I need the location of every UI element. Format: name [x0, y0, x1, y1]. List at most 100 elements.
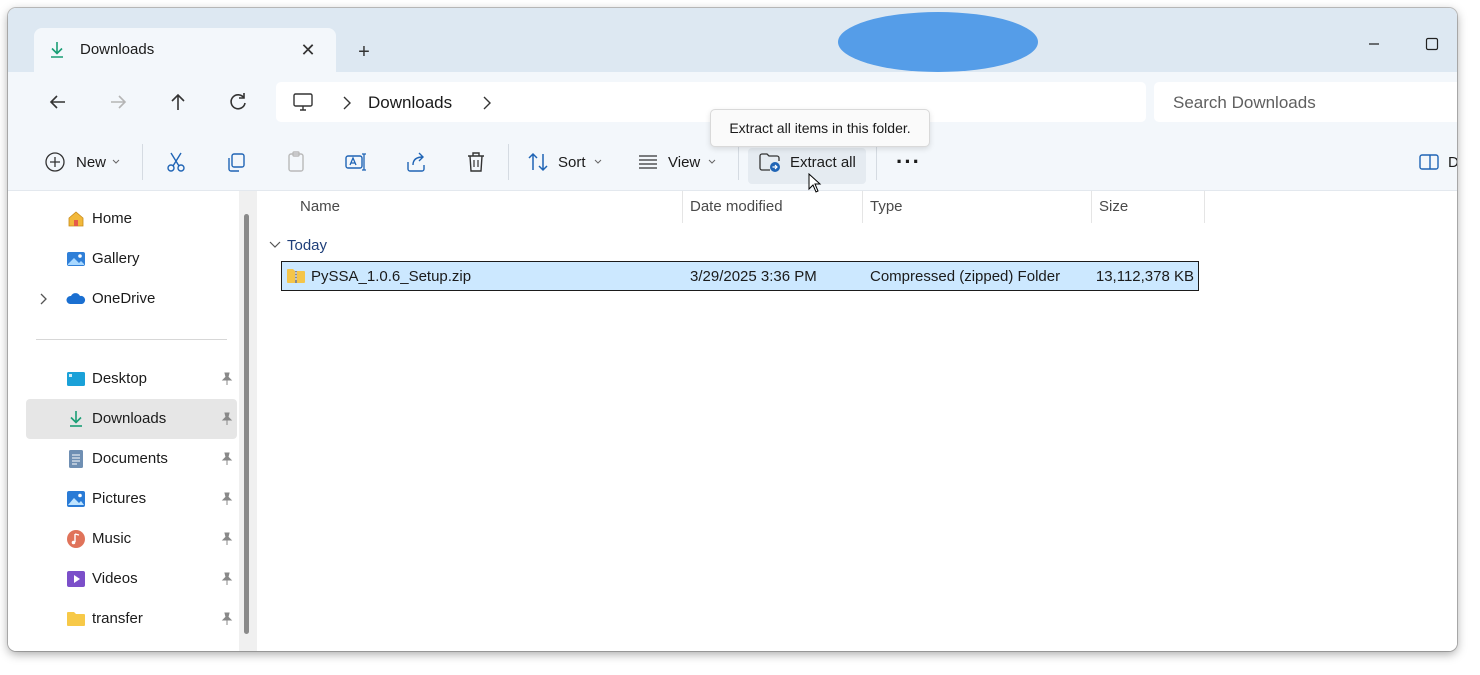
new-button[interactable]: New [44, 146, 120, 178]
view-list-icon [639, 155, 657, 169]
sidebar-item-label: OneDrive [92, 290, 156, 307]
pin-icon[interactable] [220, 492, 234, 506]
sidebar-item-transfer[interactable]: transfer [26, 599, 237, 639]
close-tab-icon[interactable]: ✕ [296, 38, 320, 62]
sort-label: Sort [558, 153, 586, 171]
pin-icon[interactable] [220, 452, 234, 466]
column-header-type[interactable]: Type [870, 191, 903, 223]
folder-icon [67, 612, 85, 626]
pin-icon[interactable] [220, 372, 234, 386]
download-icon [70, 411, 82, 427]
view-button[interactable]: View [636, 146, 716, 178]
column-header-name[interactable]: Name [300, 191, 340, 223]
file-list: Name Date modified Type Size Today PySSA… [257, 191, 1457, 651]
details-label: D [1448, 153, 1457, 171]
share-button[interactable] [404, 146, 428, 178]
column-divider[interactable] [862, 191, 863, 223]
sidebar-item-label: Desktop [92, 370, 148, 387]
extract-all-content[interactable]: Extract all [758, 146, 856, 178]
title-bar: Downloads ✕ + [8, 8, 1457, 72]
wallpaper-glow [838, 12, 1038, 72]
group-label: Today [287, 236, 328, 254]
music-icon [67, 530, 85, 548]
navigation-pane: Home Gallery OneDrive Desktop Downloads … [8, 191, 240, 651]
sidebar-item-desktop[interactable]: Desktop [26, 359, 237, 399]
sidebar-item-pictures[interactable]: Pictures [26, 479, 237, 519]
sidebar-item-music[interactable]: Music [26, 519, 237, 559]
chevron-down-icon [269, 241, 281, 248]
sidebar-item-label: Documents [92, 450, 168, 467]
pin-icon[interactable] [220, 612, 234, 626]
separator [142, 144, 143, 180]
search-box[interactable]: Search Downloads [1154, 82, 1457, 122]
sidebar-item-label: Music [92, 530, 132, 547]
copy-button[interactable] [224, 146, 248, 178]
pin-icon[interactable] [220, 532, 234, 546]
download-icon [51, 42, 63, 58]
column-divider[interactable] [1091, 191, 1092, 223]
refresh-icon[interactable] [224, 88, 252, 116]
forward-arrow-icon[interactable] [104, 88, 132, 116]
sidebar-item-label: Videos [92, 570, 138, 587]
documents-icon [69, 450, 83, 468]
file-date-modified: 3/29/2025 3:36 PM [690, 268, 817, 285]
view-label: View [668, 153, 701, 171]
chevron-right-icon[interactable] [38, 292, 50, 306]
delete-button[interactable] [464, 146, 488, 178]
chevron-right-icon[interactable] [342, 96, 352, 110]
table-row[interactable]: PySSA_1.0.6_Setup.zip 3/29/2025 3:36 PM … [281, 261, 1199, 291]
new-tab-button[interactable]: + [352, 40, 376, 64]
column-header-size[interactable]: Size [1099, 191, 1128, 223]
pin-icon[interactable] [220, 412, 234, 426]
mouse-cursor-icon [808, 173, 822, 193]
copy-icon [228, 153, 245, 172]
up-arrow-icon[interactable] [164, 88, 192, 116]
sidebar-item-documents[interactable]: Documents [26, 439, 237, 479]
new-label: New [76, 153, 107, 171]
sidebar-item-downloads[interactable]: Downloads [26, 399, 237, 439]
separator [738, 144, 739, 180]
sidebar-item-home[interactable]: Home [26, 199, 237, 239]
pin-icon[interactable] [220, 572, 234, 586]
tab-downloads[interactable]: Downloads ✕ [34, 28, 336, 72]
sidebar-item-onedrive[interactable]: OneDrive [26, 279, 237, 319]
videos-icon [67, 571, 85, 587]
sort-button[interactable]: Sort [526, 146, 602, 178]
sidebar-item-gallery[interactable]: Gallery [26, 239, 237, 279]
this-pc-icon[interactable] [292, 92, 314, 112]
sidebar-item-videos[interactable]: Videos [26, 559, 237, 599]
sort-icon [528, 152, 548, 172]
rename-icon [345, 153, 366, 171]
chevron-down-icon [112, 159, 120, 164]
file-name: PySSA_1.0.6_Setup.zip [311, 268, 472, 285]
sidebar-item-label: Gallery [92, 250, 140, 267]
back-arrow-icon[interactable] [44, 88, 72, 116]
scissors-icon [167, 152, 185, 172]
column-divider[interactable] [682, 191, 683, 223]
cloud-icon [66, 293, 86, 304]
column-divider[interactable] [1204, 191, 1205, 223]
file-explorer-window: Downloads ✕ + Downloads Search Downloads… [8, 8, 1457, 651]
sidebar-item-label: transfer [92, 610, 143, 627]
minimize-icon[interactable] [1364, 34, 1384, 54]
details-pane-button[interactable]: D [1418, 146, 1457, 178]
group-header-today[interactable]: Today [269, 235, 327, 255]
share-icon [407, 152, 425, 172]
more-options-button[interactable]: ··· [896, 146, 921, 178]
column-header-date-modified[interactable]: Date modified [690, 191, 783, 223]
rename-button[interactable] [344, 146, 368, 178]
chevron-right-icon[interactable] [482, 96, 492, 110]
paste-button[interactable] [284, 146, 308, 178]
sidebar-scrollbar-thumb[interactable] [244, 214, 249, 634]
breadcrumb-downloads[interactable]: Downloads [368, 93, 452, 113]
file-type: Compressed (zipped) Folder [870, 268, 1061, 285]
extract-all-label: Extract all [790, 153, 856, 171]
desktop-icon [67, 372, 85, 386]
cut-button[interactable] [164, 146, 188, 178]
maximize-icon[interactable] [1422, 34, 1442, 54]
sidebar-item-label: Pictures [92, 490, 147, 507]
sidebar-item-label: Downloads [92, 410, 167, 427]
pictures-icon [67, 491, 85, 507]
plus-circle-icon [45, 152, 65, 172]
home-icon [68, 211, 84, 227]
